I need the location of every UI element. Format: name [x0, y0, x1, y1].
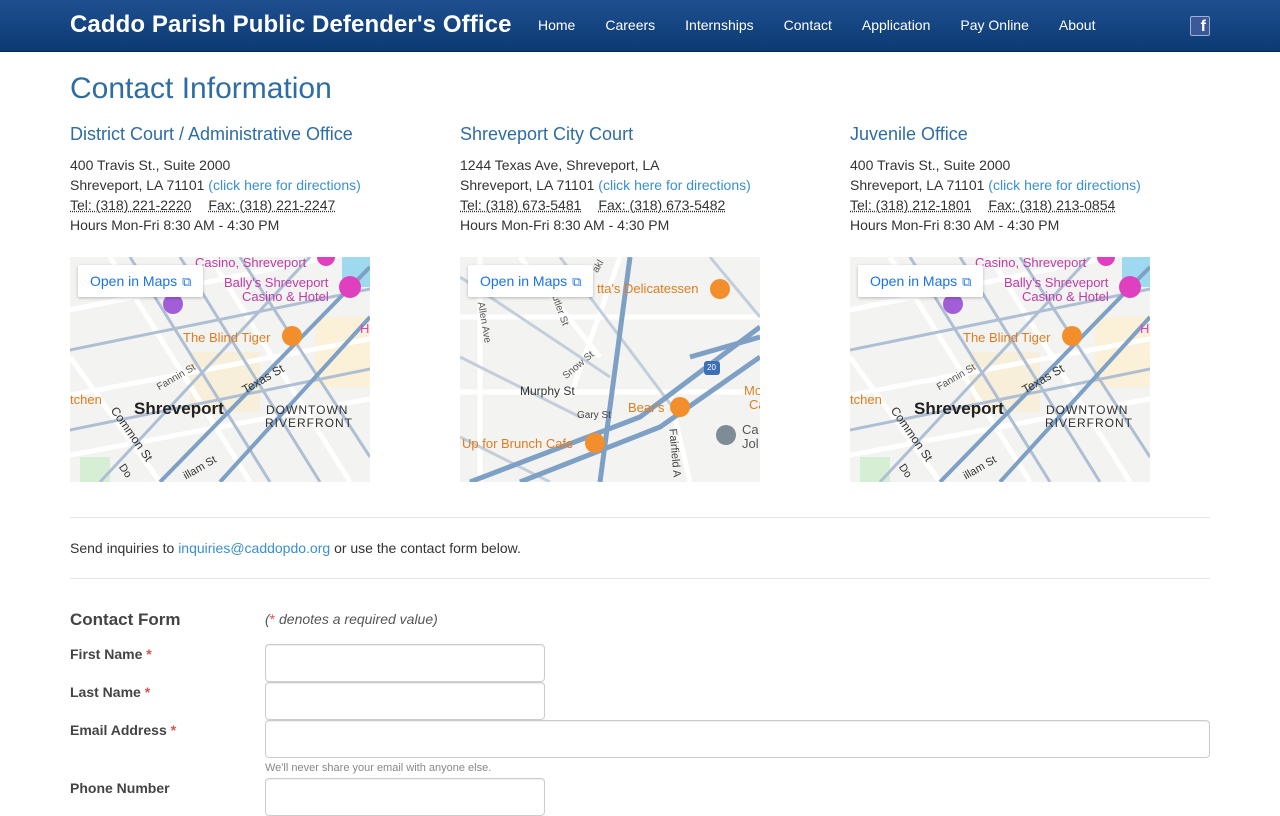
inquiries-text: Send inquiries to inquiries@caddopdo.org…	[70, 540, 521, 556]
interstate-shield: 20	[707, 363, 716, 372]
office-fax: Fax: (318) 221-2247	[208, 197, 336, 213]
top-navbar: Caddo Parish Public Defender's Office Ho…	[0, 0, 1280, 52]
office-tel[interactable]: Tel: (318) 221-2220	[70, 197, 191, 213]
contact-form-title: Contact Form	[70, 610, 181, 629]
map-label: Shreveport	[134, 399, 224, 418]
office-address-line1: 1244 Texas Ave, Shreveport, LA	[460, 157, 660, 173]
office-map[interactable]: tta's Delicatessen Allen Ave utler St Sn…	[460, 257, 760, 482]
office-tel[interactable]: Tel: (318) 673-5481	[460, 197, 581, 213]
office-tel[interactable]: Tel: (318) 212-1801	[850, 197, 971, 213]
office-map[interactable]: Casino, Shreveport Bally's Shreveport Ca…	[850, 257, 1150, 482]
office-city-court: Shreveport City Court 1244 Texas Ave, Sh…	[460, 124, 820, 482]
last-name-label: Last Name *	[70, 684, 151, 700]
map-label: Up for Brunch Cafe	[462, 436, 574, 451]
map-label: Casino, Shreveport	[195, 257, 307, 270]
office-fax: Fax: (318) 213-0854	[988, 197, 1116, 213]
office-name: Juvenile Office	[850, 124, 968, 144]
office-hours: Hours Mon-Fri 8:30 AM - 4:30 PM	[460, 217, 670, 233]
open-in-maps-button[interactable]: Open in Maps ⧉	[858, 265, 984, 297]
office-address-line2: Shreveport, LA 71101	[460, 177, 595, 193]
inquiries-email-link[interactable]: inquiries@caddopdo.org	[178, 540, 330, 556]
site-brand[interactable]: Caddo Parish Public Defender's Office	[70, 11, 512, 39]
map-label: Ca	[749, 397, 760, 412]
open-in-maps-button[interactable]: Open in Maps ⧉	[78, 265, 204, 297]
map-label: Gary St	[577, 410, 611, 421]
email-input[interactable]	[265, 720, 1210, 758]
main-nav: Home Careers Internships Contact Applica…	[523, 0, 1110, 52]
phone-input[interactable]	[265, 778, 545, 816]
map-label: Ca	[742, 422, 759, 437]
map-label: H	[360, 321, 370, 336]
office-hours: Hours Mon-Fri 8:30 AM - 4:30 PM	[70, 217, 280, 233]
directions-link[interactable]: (click here for directions)	[208, 177, 361, 193]
office-map[interactable]: Casino, Shreveport Bally's Shreveport Ca…	[70, 257, 370, 482]
nav-application[interactable]: Application	[847, 0, 946, 52]
map-label: Bally's Shreveport	[224, 275, 329, 290]
map-label: Casino & Hotel	[1022, 289, 1109, 304]
external-link-icon: ⧉	[182, 274, 192, 289]
office-address-line2: Shreveport, LA 71101	[70, 177, 205, 193]
first-name-input[interactable]	[265, 644, 545, 682]
map-label: Mo	[744, 383, 760, 398]
email-label: Email Address *	[70, 722, 177, 738]
map-label: The Blind Tiger	[183, 330, 271, 345]
directions-link[interactable]: (click here for directions)	[988, 177, 1141, 193]
facebook-icon[interactable]: f	[1190, 16, 1210, 36]
open-in-maps-button[interactable]: Open in Maps ⧉	[468, 265, 594, 297]
phone-label: Phone Number	[70, 780, 170, 796]
nav-pay-online[interactable]: Pay Online	[945, 0, 1043, 52]
divider	[70, 517, 1210, 518]
external-link-icon: ⧉	[572, 274, 582, 289]
last-name-input[interactable]	[265, 682, 545, 720]
external-link-icon: ⧉	[962, 274, 972, 289]
map-label: H	[1140, 321, 1150, 336]
map-label: DOWNTOWN	[266, 403, 349, 417]
map-label: tta's Delicatessen	[597, 281, 699, 296]
map-label: tchen	[850, 392, 882, 407]
email-help-text: We'll never share your email with anyone…	[265, 762, 492, 774]
divider	[70, 578, 1210, 579]
map-label: tchen	[70, 392, 102, 407]
nav-about[interactable]: About	[1044, 0, 1111, 52]
map-label: Bally's Shreveport	[1004, 275, 1109, 290]
office-address-line1: 400 Travis St., Suite 2000	[70, 157, 231, 173]
office-name: District Court / Administrative Office	[70, 124, 353, 144]
directions-link[interactable]: (click here for directions)	[598, 177, 751, 193]
map-label: Jol	[742, 436, 759, 451]
map-label: RIVERFRONT	[1045, 416, 1133, 430]
map-label: RIVERFRONT	[265, 416, 353, 430]
nav-careers[interactable]: Careers	[590, 0, 670, 52]
map-label: Casino & Hotel	[242, 289, 329, 304]
nav-contact[interactable]: Contact	[769, 0, 847, 52]
office-hours: Hours Mon-Fri 8:30 AM - 4:30 PM	[850, 217, 1060, 233]
map-label: Bear's	[628, 400, 665, 415]
office-fax: Fax: (318) 673-5482	[598, 197, 726, 213]
required-note: (* denotes a required value)	[265, 611, 438, 627]
nav-home[interactable]: Home	[523, 0, 590, 52]
office-district-court: District Court / Administrative Office 4…	[70, 124, 430, 482]
nav-internships[interactable]: Internships	[670, 0, 768, 52]
office-juvenile: Juvenile Office 400 Travis St., Suite 20…	[850, 124, 1210, 482]
first-name-label: First Name *	[70, 646, 152, 662]
map-label: DOWNTOWN	[1046, 403, 1129, 417]
office-address-line2: Shreveport, LA 71101	[850, 177, 985, 193]
map-label: Shreveport	[914, 399, 1004, 418]
map-label: Murphy St	[520, 384, 575, 398]
page-title: Contact Information	[70, 72, 332, 105]
office-address-line1: 400 Travis St., Suite 2000	[850, 157, 1011, 173]
office-name: Shreveport City Court	[460, 124, 634, 144]
map-label: Casino, Shreveport	[975, 257, 1087, 270]
map-label: The Blind Tiger	[963, 330, 1051, 345]
